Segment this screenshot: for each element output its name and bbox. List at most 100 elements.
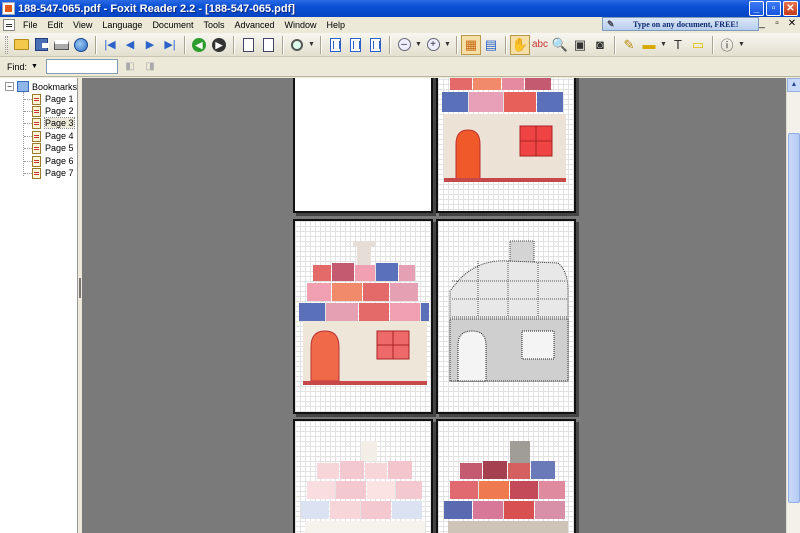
prev-page-button[interactable]: ◀ [120,35,140,55]
scroll-up-button[interactable]: ▲ [787,78,800,92]
menu-help[interactable]: Help [322,17,351,33]
find-input[interactable] [45,59,118,74]
globe-icon [74,37,88,52]
print-button[interactable] [51,35,71,55]
promo-banner[interactable]: ✎ Type on any document, FREE! [602,17,759,31]
page-icon [32,167,41,179]
comment-icon: ▭ [691,36,705,52]
zoom-out-dropdown[interactable]: ▼ [414,35,423,55]
highlight-button[interactable]: ▬ [639,35,659,55]
info-button[interactable]: ⓘ [717,35,737,55]
chevron-down-icon: ▼ [308,41,315,48]
minimize-button[interactable]: _ [749,1,764,16]
bookmarks-panel: − Bookmarks Page 1 Page 2 Page 3 Page 4 … [0,78,78,533]
mdi-restore-button[interactable]: ▫ [771,18,783,29]
pdf-page[interactable] [293,219,433,414]
facing-button[interactable] [365,35,385,55]
rotate-right-button[interactable] [258,35,278,55]
menu-document[interactable]: Document [147,17,198,33]
single-page-icon [329,37,341,52]
vertical-scrollbar[interactable]: ▲ [786,78,800,533]
cross-stitch-pattern-image [449,240,569,382]
menu-edit[interactable]: Edit [43,17,69,33]
page-icon [32,155,41,167]
snapshot-button[interactable]: ▣ [570,35,590,55]
zoom-out-icon: – [397,38,411,51]
pdf-page[interactable] [293,419,433,533]
zoom-out-button[interactable]: – [394,35,414,55]
first-page-button[interactable]: |◀ [100,35,120,55]
pdf-page[interactable] [436,419,576,533]
cross-stitch-house-image [442,78,566,182]
thumbnail-panel-button[interactable]: ▤ [481,35,501,55]
last-page-button[interactable]: ▶| [160,35,180,55]
text-select-button[interactable]: abc [530,35,550,55]
zoom-dropdown[interactable]: ▼ [307,35,316,55]
pdf-page[interactable] [293,78,433,213]
document-icon[interactable] [3,19,15,31]
mdi-minimize-button[interactable]: _ [756,18,768,29]
menu-view[interactable]: View [68,17,97,33]
find-options-dropdown[interactable]: ▼ [31,63,38,70]
find-next-button[interactable]: ◨ [142,60,158,74]
bookmark-page-3[interactable]: Page 3 [24,117,75,129]
page-icon [32,117,41,129]
rotate-left-button[interactable] [238,35,258,55]
menu-file[interactable]: File [18,17,43,33]
highlight-dropdown[interactable]: ▼ [659,35,668,55]
web-button[interactable] [71,35,91,55]
single-page-button[interactable] [325,35,345,55]
menu-window[interactable]: Window [280,17,322,33]
find-previous-button[interactable]: ◧ [122,60,138,74]
menu-language[interactable]: Language [97,17,147,33]
collapse-toggle[interactable]: − [5,82,14,91]
document-viewport[interactable] [82,78,786,533]
comment-button[interactable]: ▭ [688,35,708,55]
info-icon: ⓘ [720,38,734,53]
mdi-close-button[interactable]: ✕ [786,18,798,29]
edit-icon: ✎ [623,36,635,52]
highlight-icon: ▬ [642,37,656,52]
app-icon[interactable] [2,2,15,15]
save-button[interactable] [31,35,51,55]
typewriter-icon: T [674,37,682,52]
chevron-down-icon: ▼ [738,41,745,48]
rotate-left-icon [242,37,254,52]
mdi-controls: _ ▫ ✕ [756,18,798,29]
go-back-button[interactable]: ◀ [189,35,209,55]
zoom-button[interactable] [287,35,307,55]
maximize-button[interactable]: ▫ [766,1,781,16]
save-icon [34,38,49,51]
menu-advanced[interactable]: Advanced [229,17,279,33]
toolbar-grip[interactable] [5,35,8,54]
next-page-button[interactable]: ▶ [140,35,160,55]
bookmark-page-6[interactable]: Page 6 [24,155,74,167]
zoom-in-dropdown[interactable]: ▼ [443,35,452,55]
bookmark-page-2[interactable]: Page 2 [24,105,74,117]
bookmark-page-1[interactable]: Page 1 [24,93,74,105]
continuous-button[interactable] [345,35,365,55]
info-dropdown[interactable]: ▼ [737,35,746,55]
typewriter-button[interactable]: T [668,35,688,55]
find-bar: Find: ▼ ◧ ◨ [0,57,800,77]
pdf-page[interactable] [436,219,576,414]
bookmark-page-7[interactable]: Page 7 [24,167,74,179]
bookmark-page-4[interactable]: Page 4 [24,130,74,142]
close-button[interactable]: ✕ [783,1,798,16]
bookmark-label: Page 1 [45,94,74,104]
pdf-page[interactable] [436,78,576,213]
open-button[interactable] [11,35,31,55]
scroll-thumb[interactable] [788,133,800,503]
search-button[interactable]: 🔍 [550,35,570,55]
page-icon [32,130,41,142]
zoom-in-button[interactable]: + [423,35,443,55]
bookmarks-root[interactable]: − Bookmarks [5,81,77,92]
bookmark-panel-icon: ▦ [464,36,478,52]
bookmark-page-5[interactable]: Page 5 [24,142,74,154]
hand-tool-button[interactable]: ✋ [510,34,530,55]
camera-button[interactable]: ◙ [590,35,610,55]
bookmark-panel-button[interactable]: ▦ [461,34,481,55]
edit-button[interactable]: ✎ [619,35,639,55]
menu-tools[interactable]: Tools [198,17,229,33]
go-forward-button[interactable]: ▶ [209,35,229,55]
